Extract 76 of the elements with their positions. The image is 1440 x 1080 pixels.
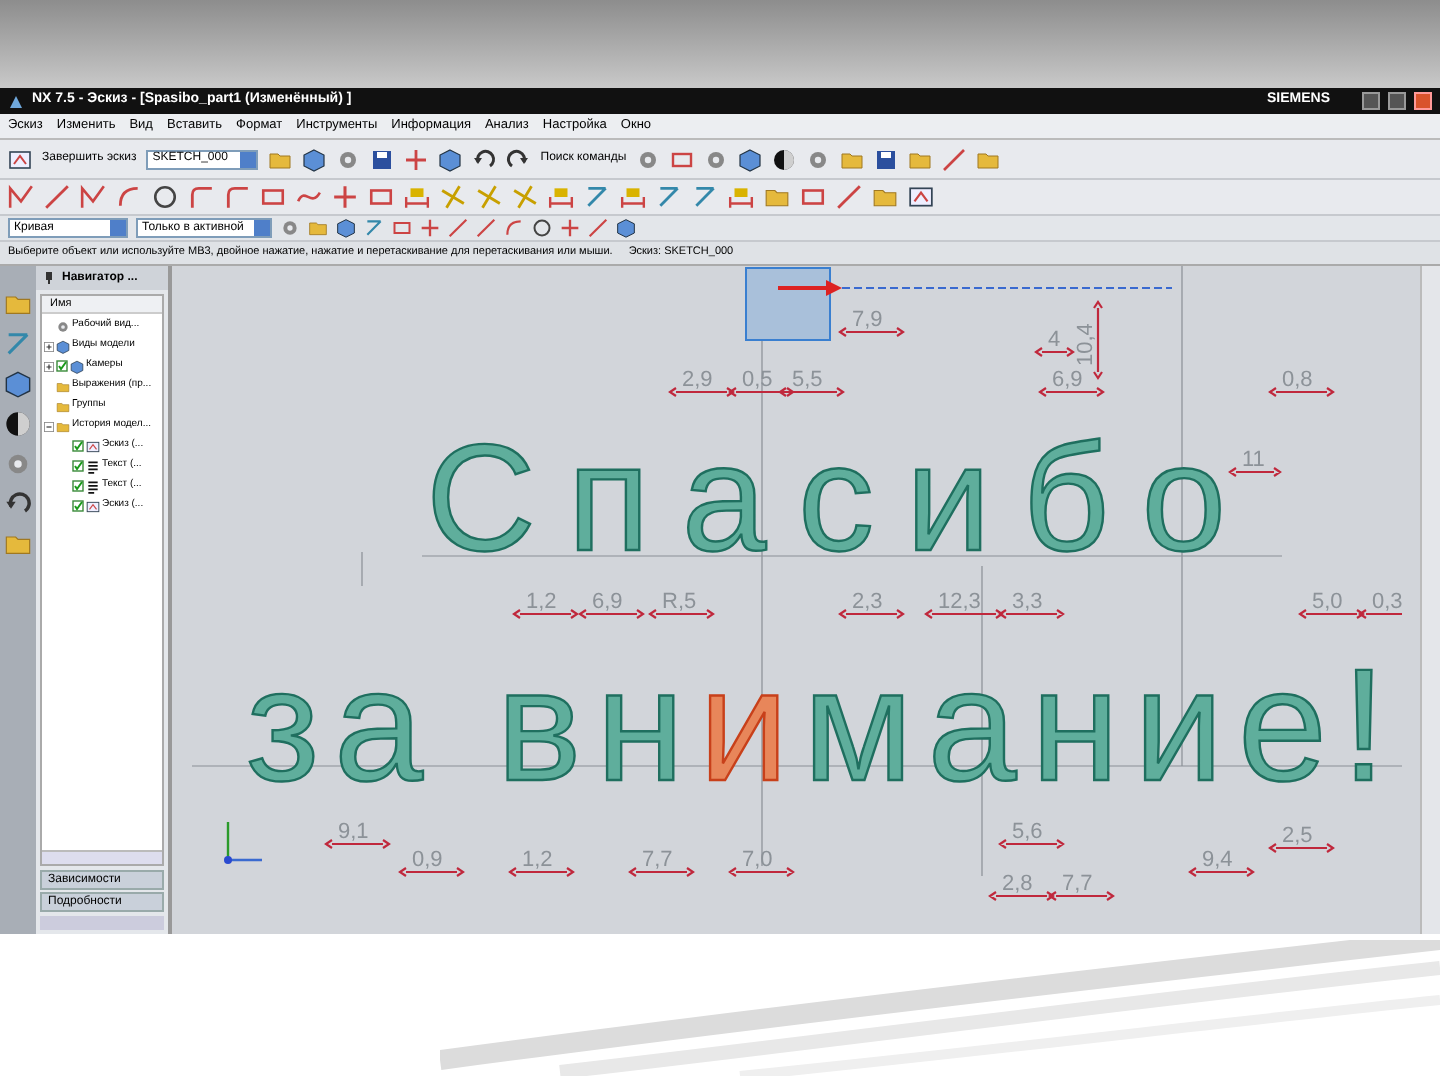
line-icon[interactable] bbox=[44, 184, 70, 210]
cube-icon[interactable] bbox=[738, 147, 763, 171]
rectangle-icon[interactable] bbox=[670, 147, 695, 171]
line-icon[interactable] bbox=[448, 218, 468, 238]
horizontal-scrollbar[interactable] bbox=[40, 916, 164, 930]
arc-icon[interactable] bbox=[116, 184, 142, 210]
minimize-button[interactable] bbox=[1362, 92, 1380, 110]
cube-icon[interactable] bbox=[438, 147, 463, 171]
sphere-icon[interactable] bbox=[772, 147, 797, 171]
resource-undo-icon[interactable] bbox=[4, 490, 32, 518]
line-icon[interactable] bbox=[836, 184, 862, 210]
expand-icon[interactable] bbox=[44, 341, 54, 351]
dimension-icon[interactable] bbox=[728, 184, 754, 210]
folder-icon[interactable] bbox=[840, 147, 865, 171]
horizontal-scrollbar[interactable] bbox=[42, 850, 162, 864]
checkbox-checked-icon[interactable] bbox=[72, 500, 84, 512]
rectangle-icon[interactable] bbox=[392, 218, 412, 238]
point-icon[interactable] bbox=[332, 184, 358, 210]
checkbox-checked-icon[interactable] bbox=[56, 360, 68, 372]
circle-icon[interactable] bbox=[152, 184, 178, 210]
save-icon[interactable] bbox=[370, 147, 395, 171]
close-button[interactable] bbox=[1414, 92, 1432, 110]
rectangle-icon[interactable] bbox=[260, 184, 286, 210]
line-icon[interactable] bbox=[588, 218, 608, 238]
point-icon[interactable] bbox=[560, 218, 580, 238]
dimension-icon[interactable] bbox=[620, 184, 646, 210]
fillet-icon[interactable] bbox=[224, 184, 250, 210]
maximize-button[interactable] bbox=[1388, 92, 1406, 110]
folder-icon[interactable] bbox=[976, 147, 1001, 171]
checkbox-checked-icon[interactable] bbox=[72, 460, 84, 472]
undo-icon[interactable] bbox=[472, 147, 497, 171]
resource-folder-icon[interactable] bbox=[4, 290, 32, 318]
sketch-rectangle bbox=[745, 267, 831, 341]
cube-icon[interactable] bbox=[302, 147, 327, 171]
folder-icon[interactable] bbox=[268, 147, 293, 171]
trim-icon[interactable] bbox=[476, 184, 502, 210]
rectangle-icon[interactable] bbox=[368, 184, 394, 210]
folder-icon[interactable] bbox=[908, 147, 933, 171]
folder-icon[interactable] bbox=[872, 184, 898, 210]
coordinate-axes-icon bbox=[224, 822, 262, 864]
resource-sphere-icon[interactable] bbox=[4, 410, 32, 438]
sketch-outline-text: за вн и мание! bbox=[246, 636, 1386, 814]
vertical-scrollbar[interactable] bbox=[1420, 266, 1440, 934]
polyline-icon[interactable] bbox=[80, 184, 106, 210]
sketch-frame-icon[interactable] bbox=[908, 184, 934, 210]
save-icon[interactable] bbox=[874, 147, 899, 171]
point-icon[interactable] bbox=[420, 218, 440, 238]
collapse-icon[interactable] bbox=[44, 421, 54, 431]
arc-icon[interactable] bbox=[504, 218, 524, 238]
dimension-icon[interactable] bbox=[404, 184, 430, 210]
expand-icon[interactable] bbox=[44, 361, 54, 371]
dimension-icon[interactable] bbox=[548, 184, 574, 210]
text-lines-icon bbox=[86, 459, 100, 473]
trim-icon[interactable] bbox=[440, 184, 466, 210]
text-lines-icon bbox=[86, 479, 100, 493]
rectangle-icon[interactable] bbox=[800, 184, 826, 210]
pin-icon[interactable] bbox=[44, 272, 54, 284]
app-icon bbox=[8, 93, 24, 109]
circle-icon[interactable] bbox=[532, 218, 552, 238]
redo-icon[interactable] bbox=[506, 147, 531, 171]
folder-icon[interactable] bbox=[764, 184, 790, 210]
trim-icon[interactable] bbox=[512, 184, 538, 210]
direction-arrow bbox=[778, 280, 842, 296]
resource-folder-icon[interactable] bbox=[4, 530, 32, 558]
sketch-icon bbox=[86, 439, 100, 453]
line-icon[interactable] bbox=[942, 147, 967, 171]
polyline-icon[interactable] bbox=[8, 184, 34, 210]
resource-cube-icon[interactable] bbox=[4, 370, 32, 398]
sketch-outline-text: Спасибо bbox=[426, 414, 1226, 584]
checkbox-checked-icon[interactable] bbox=[72, 440, 84, 452]
sketch-frame-icon[interactable] bbox=[8, 147, 32, 171]
point-icon[interactable] bbox=[404, 147, 429, 171]
checkbox-checked-icon[interactable] bbox=[72, 480, 84, 492]
fillet-icon[interactable] bbox=[188, 184, 214, 210]
sketch-icon bbox=[86, 499, 100, 513]
line-icon[interactable] bbox=[476, 218, 496, 238]
